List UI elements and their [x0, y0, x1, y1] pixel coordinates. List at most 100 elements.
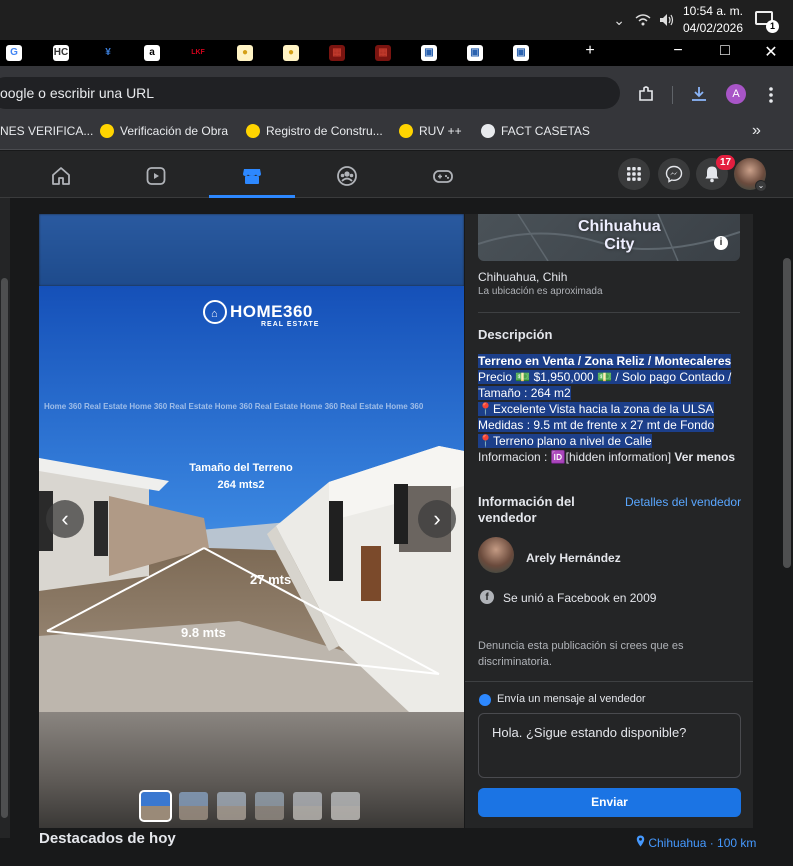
ruv-icon — [246, 124, 260, 138]
location-filter-link[interactable]: Chihuahua · 100 km — [636, 835, 756, 850]
new-tab-button[interactable]: + — [575, 42, 605, 60]
listing-photo[interactable]: ⌂ HOME360 REAL ESTATE Home 360 Real Esta… — [39, 286, 464, 712]
blurred-backdrop-top — [39, 214, 464, 286]
tab-favicon-icon[interactable]: ▣ — [421, 45, 437, 61]
report-text[interactable]: Denuncia esta publicación si crees que e… — [478, 638, 683, 670]
description-line: Tamaño : 264 m2 — [478, 386, 571, 400]
previous-photo-button[interactable]: ‹ — [46, 500, 84, 538]
report-line1: Denuncia esta publicación si crees que e… — [478, 640, 684, 652]
svg-text:⌂: ⌂ — [211, 308, 218, 320]
chevron-up-icon[interactable]: ⌄ — [613, 12, 625, 29]
map-label-line2: City — [604, 236, 635, 253]
clock-time: 10:54 a. m. — [682, 4, 743, 18]
seller-heading-line1: Información del — [478, 494, 575, 509]
menu-grid-button[interactable] — [618, 158, 650, 190]
photo-caption-title: Tamaño del Terreno — [189, 462, 293, 474]
more-menu-icon[interactable] — [768, 86, 774, 104]
tab-favicon-icon[interactable]: ▣ — [467, 45, 483, 61]
toolbar-divider — [672, 86, 673, 104]
system-taskbar: ⌄ 10:54 a. m. 04/02/2026 1 — [0, 0, 793, 40]
bookmark-fact-casetas[interactable]: FACT CASETAS — [481, 124, 590, 138]
photo-thumbnail-strip — [139, 790, 360, 822]
seller-name[interactable]: Arely Hernández — [526, 551, 621, 565]
messenger-icon — [665, 165, 683, 183]
address-bar[interactable]: oogle o escribir una URL — [0, 77, 620, 109]
photo-thumbnail[interactable] — [179, 792, 208, 820]
description-line: 📍Excelente Vista hacia la zona de la ULS… — [478, 402, 714, 416]
extensions-icon[interactable] — [637, 85, 655, 103]
tab-favicon-icon[interactable]: a — [144, 45, 160, 61]
minimize-button[interactable]: − — [663, 42, 693, 60]
location-text: Chihuahua, Chih — [478, 270, 568, 284]
bookmark-label: Registro de Constru... — [266, 124, 383, 138]
seller-joined: Se unió a Facebook en 2009 — [503, 591, 657, 605]
more-bookmarks-button[interactable]: » — [752, 122, 761, 140]
message-heading: Envía un mensaje al vendedor — [497, 693, 646, 705]
wifi-icon[interactable] — [635, 13, 651, 27]
maximize-button[interactable]: □ — [710, 42, 740, 60]
message-input[interactable]: Hola. ¿Sigue estando disponible? — [478, 713, 741, 778]
download-icon[interactable] — [690, 85, 708, 103]
tab-favicon-icon[interactable]: HC — [53, 45, 69, 61]
tab-favicon-icon[interactable]: G — [6, 45, 22, 61]
watermark-text: Home 360 Real Estate Home 360 Real Estat… — [44, 402, 424, 411]
marketplace-icon[interactable] — [241, 165, 263, 187]
profile-avatar[interactable]: A — [726, 84, 746, 104]
bookmark-verificacion-obra[interactable]: Verificación de Obra — [100, 124, 228, 138]
next-photo-button[interactable]: › — [418, 500, 456, 538]
tab-favicon-icon[interactable]: ● — [283, 45, 299, 61]
notification-count: 1 — [766, 20, 779, 33]
tab-favicon-icon[interactable]: ● — [237, 45, 253, 61]
facebook-icon: f — [480, 590, 494, 604]
ruv-icon — [399, 124, 413, 138]
description-line: 📍Terreno plano a nivel de Calle — [478, 434, 652, 448]
browser-tab-strip: G HC ¥ a LKF ● ● ▦ ▦ ▣ ▣ ▣ + − □ ✕ — [0, 40, 793, 66]
bookmark-nes-verifica[interactable]: NES VERIFICA... — [0, 124, 93, 138]
photo-thumbnail[interactable] — [255, 792, 284, 820]
messenger-small-icon — [479, 694, 491, 706]
tab-favicon-icon[interactable]: LKF — [190, 45, 206, 61]
close-window-button[interactable]: ✕ — [756, 42, 786, 62]
seller-details-link[interactable]: Detalles del vendedor — [625, 495, 741, 509]
photo-thumbnail[interactable] — [139, 790, 172, 822]
description-line: Precio 💵 $1,950,000 💵 / Solo pago Contad… — [478, 370, 732, 384]
notification-center-icon[interactable]: 1 — [753, 7, 779, 33]
map-city-label: Chihuahua City — [578, 218, 661, 254]
tab-favicon-icon[interactable]: ¥ — [100, 45, 116, 61]
active-tab-indicator — [209, 195, 295, 198]
map-info-icon[interactable]: i — [714, 236, 728, 250]
grid-icon — [627, 167, 641, 181]
tab-favicon-icon[interactable]: ▦ — [329, 45, 345, 61]
system-clock[interactable]: 10:54 a. m. 04/02/2026 — [683, 3, 743, 37]
description-heading: Descripción — [478, 327, 553, 342]
report-line2: discriminatoria. — [478, 656, 552, 668]
location-map[interactable]: Chihuahua City i — [478, 214, 740, 261]
notifications-badge: 17 — [716, 155, 736, 170]
bookmark-registro-construccion[interactable]: Registro de Constru... — [246, 124, 383, 138]
send-message-button[interactable]: Enviar — [478, 788, 741, 817]
lot-photo-illustration: ⌂ — [39, 286, 464, 712]
messenger-button[interactable] — [658, 158, 690, 190]
location-filter-text: Chihuahua · 100 km — [648, 836, 757, 850]
location-pin-icon — [636, 835, 645, 847]
left-scrollbar[interactable] — [0, 198, 10, 838]
right-scrollbar[interactable] — [781, 198, 793, 838]
gaming-icon[interactable] — [432, 165, 454, 187]
video-icon[interactable] — [145, 165, 167, 187]
see-less-link[interactable]: Ver menos — [674, 450, 735, 464]
photo-thumbnail[interactable] — [217, 792, 246, 820]
globe-icon — [481, 124, 495, 138]
system-tray: ⌄ 10:54 a. m. 04/02/2026 1 — [607, 0, 793, 40]
photo-thumbnail[interactable] — [293, 792, 322, 820]
groups-icon[interactable] — [336, 165, 358, 187]
description-line: Terreno en Venta / Zona Reliz / Montecal… — [478, 354, 732, 368]
account-chevron-icon[interactable]: ⌄ — [755, 180, 767, 192]
divider — [465, 681, 753, 682]
home-icon[interactable] — [50, 165, 72, 187]
seller-avatar[interactable] — [478, 537, 514, 573]
tab-favicon-icon[interactable]: ▣ — [513, 45, 529, 61]
tab-favicon-icon[interactable]: ▦ — [375, 45, 391, 61]
volume-icon[interactable] — [659, 13, 675, 27]
bookmark-ruv[interactable]: RUV ++ — [399, 124, 462, 138]
photo-thumbnail[interactable] — [331, 792, 360, 820]
